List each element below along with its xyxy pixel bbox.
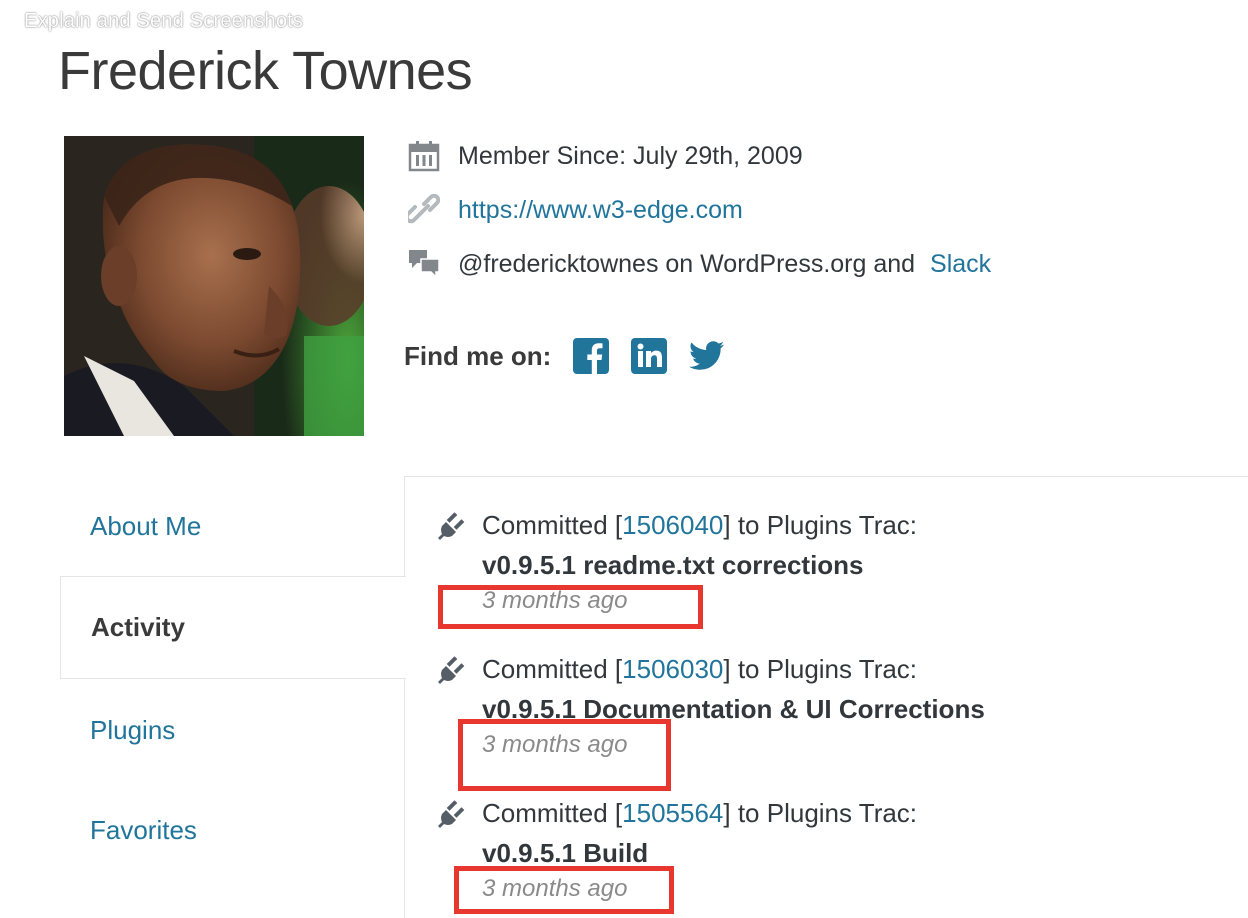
facebook-icon[interactable] <box>573 338 610 374</box>
avatar <box>64 136 364 436</box>
revision-link[interactable]: 1505564 <box>622 798 723 829</box>
calendar-icon <box>406 138 442 174</box>
website-row: https://www.w3-edge.com <box>406 192 743 228</box>
linkedin-icon[interactable] <box>631 338 668 374</box>
member-since-row: Member Since: July 29th, 2009 <box>406 138 803 174</box>
chat-icon <box>406 246 442 282</box>
tab-about-me[interactable]: About Me <box>60 476 405 576</box>
highlight-box <box>438 585 703 629</box>
plugin-icon <box>436 508 470 542</box>
twitter-icon[interactable] <box>689 338 725 374</box>
find-me-row: Find me on: <box>404 338 747 374</box>
find-me-label: Find me on: <box>404 340 552 371</box>
plugin-icon <box>436 796 470 830</box>
tab-plugins[interactable]: Plugins <box>60 680 405 780</box>
revision-link[interactable]: 1506030 <box>622 654 723 685</box>
commit-message: v0.9.5.1 Build <box>482 838 649 868</box>
revision-link[interactable]: 1506040 <box>622 510 723 541</box>
member-since-text: Member Since: July 29th, 2009 <box>458 141 803 170</box>
commit-message: v0.9.5.1 readme.txt corrections <box>482 550 864 580</box>
handle-text: @fredericktownes on WordPress.org and <box>458 249 923 278</box>
plugin-icon <box>436 652 470 686</box>
website-link[interactable]: https://www.w3-edge.com <box>458 196 743 225</box>
watermark-text: Explain and Send Screenshots <box>24 10 304 32</box>
tab-favorites[interactable]: Favorites <box>60 780 405 880</box>
slack-link[interactable]: Slack <box>930 250 991 279</box>
handle-row: @fredericktownes on WordPress.org and Sl… <box>406 246 991 282</box>
page-title: Frederick Townes <box>58 41 473 101</box>
tab-activity[interactable]: Activity <box>60 576 406 679</box>
highlight-box <box>454 866 674 914</box>
content-divider-top <box>405 476 1248 477</box>
highlight-box <box>458 719 671 791</box>
link-icon <box>406 192 442 228</box>
